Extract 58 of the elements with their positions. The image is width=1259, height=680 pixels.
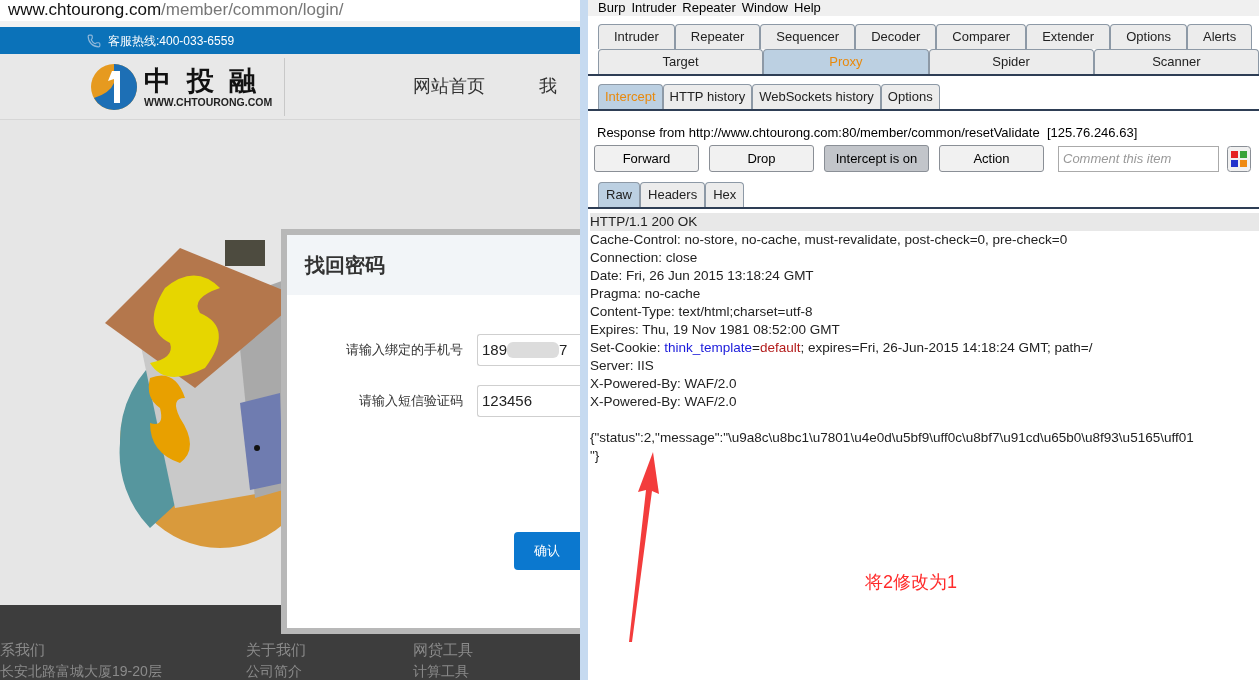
response-source: Response from http://www.chtourong.com:80/member/common/resetValidate [125.76.246.63] — [596, 125, 1139, 141]
tab[interactable]: Sequencer — [760, 24, 856, 49]
tab[interactable]: Spider — [928, 49, 1094, 74]
tab[interactable]: Repeater — [674, 24, 761, 49]
message-line: Set-Cookie: think_template=default; expires=Fri, 26-Jun-2015 14:18:24 GMT; path=/ — [590, 339, 1094, 357]
comment-field[interactable]: Comment this item — [1058, 145, 1219, 172]
menu-item[interactable]: Repeater — [682, 0, 736, 18]
message-line: Connection: close — [590, 249, 699, 267]
message-line: "} — [590, 447, 601, 465]
footer-heading: 网贷工具 — [412, 641, 474, 659]
logo-icon — [90, 62, 138, 111]
tab[interactable]: Target — [598, 49, 764, 74]
tab[interactable]: Options — [880, 84, 940, 109]
message-line: Date: Fri, 26 Jun 2015 13:18:24 GMT — [590, 267, 815, 285]
tab[interactable]: Comparer — [936, 24, 1027, 49]
color-grid-icon[interactable] — [1227, 145, 1251, 172]
logo-name: 中 投 融 — [144, 65, 261, 96]
menu-item[interactable]: Burp — [598, 0, 626, 18]
redaction-blur — [507, 342, 560, 358]
footer-heading: 关于我们 — [245, 641, 307, 659]
tab[interactable]: Raw — [598, 182, 640, 207]
message-line: Content-Type: text/html;charset=utf-8 — [590, 303, 814, 321]
menu-item[interactable]: Window — [741, 0, 788, 18]
tab[interactable]: Hex — [705, 182, 745, 207]
menu-item[interactable]: Help — [794, 0, 821, 18]
dialog-title: 找回密码 — [305, 253, 385, 278]
action-button[interactable]: Action — [939, 145, 1044, 172]
message-line: Pragma: no-cache — [590, 285, 702, 303]
tab[interactable]: Extender — [1026, 24, 1111, 49]
hotline-text: 客服热线:400-033-6559 — [108, 32, 235, 50]
input-field[interactable]: 189 7 — [477, 334, 580, 366]
message-line: Expires: Thu, 19 Nov 1981 08:52:00 GMT — [590, 321, 841, 339]
tab[interactable]: Alerts — [1187, 24, 1253, 49]
annotation-text: 将2修改为1 — [865, 571, 958, 594]
confirm-button[interactable]: 确认 — [514, 532, 580, 570]
message-line: X-Powered-By: WAF/2.0 — [590, 393, 738, 411]
phone-icon — [87, 33, 101, 48]
message-line: X-Powered-By: WAF/2.0 — [590, 375, 738, 393]
logo-domain: WWW.CHTOURONG.COM — [144, 95, 273, 108]
tab[interactable]: Decoder — [855, 24, 937, 49]
tab[interactable]: Headers — [640, 182, 706, 207]
menu-item[interactable]: Intruder — [631, 0, 677, 18]
nav-link[interactable]: 网站首页 — [413, 73, 486, 100]
tab[interactable]: HTTP history — [662, 84, 753, 109]
message-line: Cache-Control: no-store, no-cache, must-revalidate, post-check=0, pre-check=0 — [590, 231, 1069, 249]
message-line: Server: IIS — [590, 357, 655, 375]
footer-heading: 系我们 — [0, 641, 46, 659]
field-label: 请输入绑定的手机号 — [345, 341, 463, 360]
tab[interactable]: Scanner — [1093, 49, 1259, 74]
field-label: 请输入短信验证码 — [358, 392, 463, 411]
action-button[interactable]: Intercept is on — [824, 145, 929, 172]
tab[interactable]: WebSockets history — [752, 84, 881, 109]
tab[interactable]: Options — [1110, 24, 1187, 49]
action-button[interactable]: Drop — [709, 145, 814, 172]
tab[interactable]: Intruder — [598, 24, 675, 49]
message-line: {"status":2,"message":"\u9a8c\u8bc1\u7801\u4e0d\u5bf9\uff0c\u8bf7\u91cd\u65b0\u8f93\u5165\uff01 — [590, 429, 1195, 447]
nav-link[interactable]: 我 — [539, 73, 558, 100]
action-button[interactable]: Forward — [594, 145, 699, 172]
